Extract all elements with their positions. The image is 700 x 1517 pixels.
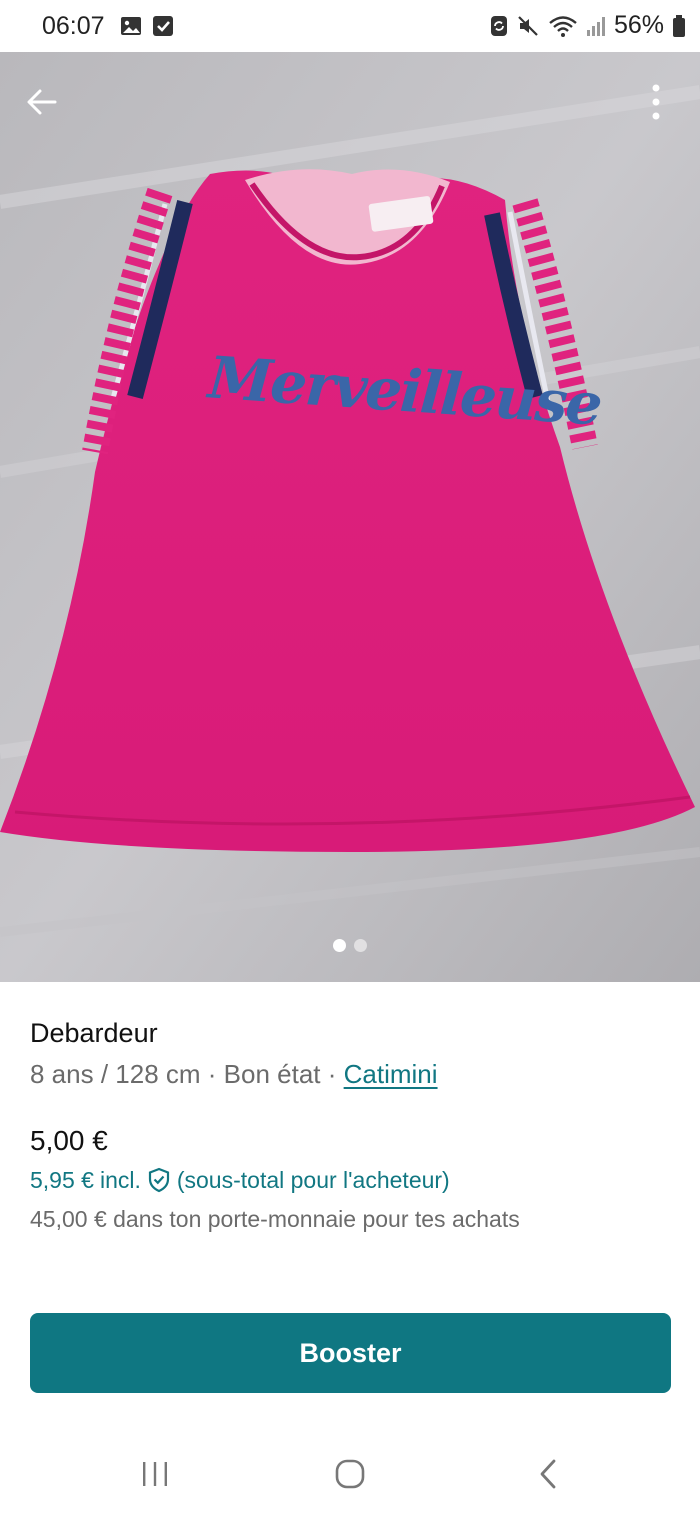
recent-apps-icon <box>143 1462 167 1486</box>
status-bar: 06:07 56% <box>0 0 700 52</box>
home-button[interactable] <box>320 1452 380 1496</box>
sync-icon <box>490 15 507 36</box>
pagination-dot[interactable] <box>354 939 367 952</box>
checkbox-icon <box>153 16 173 36</box>
buyer-incl: incl. <box>99 1167 141 1193</box>
system-back-button[interactable] <box>518 1452 578 1496</box>
buyer-price: 5,95 € <box>30 1167 94 1193</box>
status-time: 06:07 <box>42 12 105 40</box>
listing-meta: 8 ans / 128 cm · Bon état · Catimini <box>30 1059 438 1089</box>
listing-condition: Bon état <box>223 1059 321 1089</box>
brand-link[interactable]: Catimini <box>344 1059 438 1089</box>
more-options-button[interactable] <box>628 74 684 130</box>
arrow-left-icon <box>27 89 57 115</box>
listing-title: Debardeur <box>30 1018 158 1048</box>
buyer-price-line[interactable]: 5,95 € incl. (sous-total pour l'acheteur… <box>30 1165 450 1195</box>
chevron-left-icon <box>540 1459 556 1489</box>
battery-percent: 56% <box>613 11 664 39</box>
image-icon <box>121 17 141 35</box>
listing-size: 8 ans / 128 cm <box>30 1059 201 1089</box>
garment-image <box>0 52 700 982</box>
recent-apps-button[interactable] <box>125 1452 185 1496</box>
shield-check-icon <box>148 1167 169 1193</box>
system-nav-bar <box>0 1430 700 1517</box>
product-photo[interactable]: Merveilleuse <box>0 52 700 982</box>
more-vertical-icon <box>652 84 660 120</box>
wifi-icon <box>549 15 577 37</box>
wallet-note: 45,00 € dans ton porte-monnaie pour tes … <box>30 1206 520 1232</box>
battery-icon <box>673 14 685 37</box>
back-button[interactable] <box>14 74 70 130</box>
buyer-note: (sous-total pour l'acheteur) <box>176 1167 450 1193</box>
home-icon <box>335 1459 365 1489</box>
pagination-dot-active[interactable] <box>333 939 346 952</box>
photo-pagination <box>0 939 700 952</box>
listing-details: Debardeur 8 ans / 128 cm · Bon état · Ca… <box>30 1016 670 1090</box>
listing-price: 5,00 € <box>30 1125 108 1156</box>
mute-icon <box>518 15 538 36</box>
signal-icon <box>586 16 605 36</box>
booster-button[interactable]: Booster <box>30 1313 671 1393</box>
